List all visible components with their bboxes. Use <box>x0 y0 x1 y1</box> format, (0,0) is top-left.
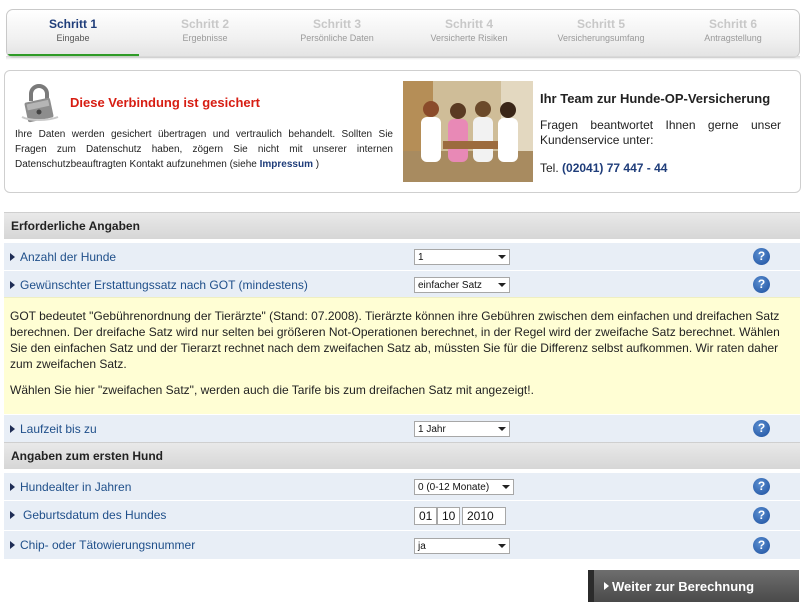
dog-age-value: 0 (0-12 Monate) <box>418 482 490 493</box>
expand-arrow-icon[interactable] <box>10 541 15 549</box>
section-first-dog: Angaben zum ersten Hund <box>4 442 800 469</box>
note-paragraph-2: Wählen Sie hier "zweifachen Satz", werde… <box>10 383 534 397</box>
step-number: Schritt 5 <box>576 17 625 31</box>
help-icon[interactable]: ? <box>753 507 770 524</box>
security-text: Ihre Daten werden gesichert übertragen u… <box>15 127 393 172</box>
step-1[interactable]: Schritt 1 Eingabe <box>7 10 139 57</box>
step-5: Schritt 5 Versicherungsumfang <box>535 10 667 57</box>
step-label: Ergebnisse <box>182 33 228 43</box>
duration-label[interactable]: Laufzeit bis zu <box>20 422 97 436</box>
dogs-count-select[interactable]: 1 <box>414 249 510 265</box>
got-info-note: GOT bedeutet "Gebührenordnung der Tierär… <box>4 297 800 415</box>
expand-arrow-icon[interactable] <box>10 281 15 289</box>
step-number: Schritt 4 <box>444 17 493 31</box>
duration-select[interactable]: 1 Jahr <box>414 421 510 437</box>
security-title: Diese Verbindung ist gesichert <box>70 95 260 110</box>
chevron-down-icon <box>498 255 506 259</box>
step-label: Eingabe <box>56 33 90 43</box>
dogs-count-value: 1 <box>418 252 424 263</box>
expand-arrow-icon[interactable] <box>10 483 15 491</box>
row-dog-age: Hundealter in Jahren 0 (0-12 Monate) ? <box>4 472 800 500</box>
dogs-count-label[interactable]: Anzahl der Hunde <box>20 250 116 264</box>
expand-arrow-icon[interactable] <box>10 425 15 433</box>
padlock-icon <box>21 84 59 123</box>
row-reimbursement: Gewünschter Erstattungssatz nach GOT (mi… <box>4 270 800 298</box>
team-title: Ihr Team zur Hunde-OP-Versicherung <box>540 91 771 106</box>
security-info-box: Diese Verbindung ist gesichert Ihre Date… <box>4 70 801 193</box>
step-label: Antragstellung <box>704 33 762 43</box>
step-number: Schritt 1 <box>48 17 97 31</box>
step-3: Schritt 3 Persönliche Daten <box>271 10 403 57</box>
team-text: Fragen beantwortet Ihnen gerne unser Kun… <box>540 118 781 147</box>
reimbursement-value: einfacher Satz <box>418 280 482 291</box>
chevron-down-icon <box>502 485 510 489</box>
expand-arrow-icon[interactable] <box>10 511 15 519</box>
arrow-right-icon <box>604 582 609 590</box>
step-number: Schritt 2 <box>180 17 229 31</box>
step-4: Schritt 4 Versicherte Risiken <box>403 10 535 57</box>
dog-age-select[interactable]: 0 (0-12 Monate) <box>414 479 514 495</box>
security-body-end: ) <box>315 159 320 170</box>
help-icon[interactable]: ? <box>753 537 770 554</box>
step-label: Versicherungsumfang <box>557 33 645 43</box>
birthdate-label[interactable]: Geburtsdatum des Hundes <box>23 508 166 522</box>
birthdate-day-input[interactable]: 01 <box>414 507 437 525</box>
step-label: Versicherte Risiken <box>430 33 508 43</box>
chevron-down-icon <box>498 283 506 287</box>
chevron-down-icon <box>498 544 506 548</box>
dog-age-label[interactable]: Hundealter in Jahren <box>20 480 131 494</box>
chevron-down-icon <box>498 427 506 431</box>
expand-arrow-icon[interactable] <box>10 253 15 261</box>
phone-number[interactable]: (02041) 77 447 - 44 <box>562 161 667 175</box>
reimbursement-label[interactable]: Gewünschter Erstattungssatz nach GOT (mi… <box>20 278 308 292</box>
step-label: Persönliche Daten <box>300 33 374 43</box>
help-icon[interactable]: ? <box>753 420 770 437</box>
step-progress-bar: Schritt 1 Eingabe Schritt 2 Ergebnisse S… <box>6 9 800 58</box>
security-body: Ihre Daten werden gesichert übertragen u… <box>15 129 393 170</box>
reimbursement-select[interactable]: einfacher Satz <box>414 277 510 293</box>
step-2: Schritt 2 Ergebnisse <box>139 10 271 57</box>
step-number: Schritt 3 <box>312 17 361 31</box>
section-required: Erforderliche Angaben <box>4 212 800 239</box>
note-paragraph-1: GOT bedeutet "Gebührenordnung der Tierär… <box>10 309 780 371</box>
team-phone: Tel. (02041) 77 447 - 44 <box>540 161 667 175</box>
step-6: Schritt 6 Antragstellung <box>667 10 799 57</box>
impressum-link[interactable]: Impressum <box>260 159 313 170</box>
phone-prefix: Tel. <box>540 161 559 175</box>
team-photo <box>403 81 533 182</box>
next-button-label: Weiter zur Berechnung <box>612 579 755 594</box>
chip-label[interactable]: Chip- oder Tätowierungsnummer <box>20 538 195 552</box>
next-calculation-button[interactable]: Weiter zur Berechnung <box>588 570 799 602</box>
birthdate-month-input[interactable]: 10 <box>437 507 460 525</box>
chip-value: ja <box>418 541 426 552</box>
row-chip: Chip- oder Tätowierungsnummer ja ? <box>4 530 800 559</box>
row-birthdate: Geburtsdatum des Hundes 01 10 2010 ? <box>4 500 800 530</box>
help-icon[interactable]: ? <box>753 478 770 495</box>
chip-select[interactable]: ja <box>414 538 510 554</box>
duration-value: 1 Jahr <box>418 424 446 435</box>
row-duration: Laufzeit bis zu 1 Jahr ? <box>4 414 800 442</box>
help-icon[interactable]: ? <box>753 248 770 265</box>
step-number: Schritt 6 <box>708 17 757 31</box>
row-dogs-count: Anzahl der Hunde 1 ? <box>4 242 800 270</box>
step-bar-shadow <box>6 56 800 60</box>
help-icon[interactable]: ? <box>753 276 770 293</box>
birthdate-year-input[interactable]: 2010 <box>462 507 506 525</box>
